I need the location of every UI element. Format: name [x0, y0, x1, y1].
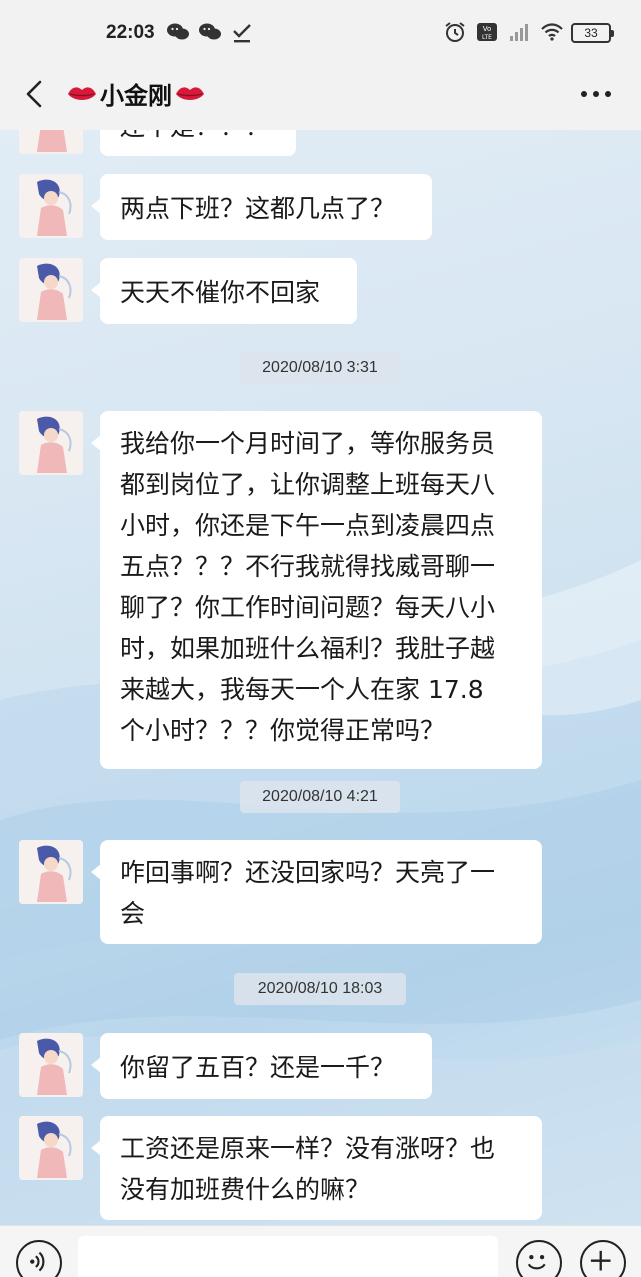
message-bubble[interactable]: 工资还是原来一样？没有涨呀？也 没有加班费什么的嘛？: [91, 1116, 542, 1220]
message-line: 我给你一个月时间了，等你服务员: [120, 429, 496, 458]
voice-icon[interactable]: [16, 1240, 62, 1277]
message-bubble[interactable]: 咋回事啊？还没回家吗？天亮了一 会: [91, 840, 542, 944]
timestamp: 2020/08/10 4:21: [240, 781, 400, 813]
status-time: 22:03: [106, 22, 155, 43]
chat-header: 小金刚: [0, 62, 641, 130]
alarm-icon: [443, 20, 467, 44]
message-line: 五点？？？不行我就得找威哥聊一: [120, 552, 496, 581]
download-done-icon: [230, 20, 254, 44]
message-line: 会: [120, 899, 146, 928]
message-line: 来越大，我每天一个人在家 17.8: [120, 675, 484, 704]
avatar[interactable]: [19, 411, 83, 475]
message-line: 时，如果加班什么福利？我肚子越: [120, 634, 496, 663]
kiss-lips-icon: [66, 82, 98, 106]
message-line: 咋回事啊？还没回家吗？天亮了一: [120, 858, 496, 887]
more-dots-icon[interactable]: [579, 82, 613, 106]
volte-icon: Vo LTE: [475, 20, 499, 44]
avatar[interactable]: [19, 1033, 83, 1097]
page-title: 小金刚: [100, 82, 172, 110]
kiss-lips-icon: [174, 82, 206, 106]
message-line: 聊了？你工作时间问题？每天八小: [120, 593, 496, 622]
message-bubble[interactable]: 我给你一个月时间了，等你服务员 都到岗位了，让你调整上班每天八 小时，你还是下午…: [91, 411, 542, 769]
signal-icon: [507, 20, 531, 44]
message-text: 你留了五百？还是一千？: [120, 1053, 396, 1082]
plus-icon[interactable]: [580, 1240, 626, 1277]
wifi-icon: [539, 20, 563, 44]
svg-text:Vo: Vo: [483, 25, 492, 33]
timestamp: 2020/08/10 18:03: [234, 973, 406, 1005]
message-bubble[interactable]: 还不是？？？: [100, 130, 296, 156]
input-bar: [0, 1225, 641, 1277]
chevron-left-icon[interactable]: [18, 74, 54, 114]
message-line: 小时，你还是下午一点到凌晨四点: [120, 511, 496, 540]
status-bar: 22:03 Vo LTE 33: [0, 0, 641, 62]
message-line: 工资还是原来一样？没有涨呀？也: [120, 1134, 496, 1163]
message-bubble[interactable]: 两点下班？这都几点了？: [91, 174, 432, 240]
message-line: 都到岗位了，让你调整上班每天八: [120, 470, 496, 499]
message-bubble[interactable]: 你留了五百？还是一千？: [91, 1033, 432, 1099]
timestamp: 2020/08/10 3:31: [240, 352, 400, 384]
message-list[interactable]: 还不是？？？ 两点下班？这都几点了？ 天天不催你不回家 2020/08/10 3…: [0, 130, 641, 1225]
message-line: 个小时？？？你觉得正常吗？: [120, 716, 446, 745]
message-text: 天天不催你不回家: [120, 278, 321, 307]
avatar[interactable]: [19, 258, 83, 322]
message-input[interactable]: [78, 1236, 498, 1277]
battery-indicator: 33: [571, 23, 614, 43]
avatar[interactable]: [19, 840, 83, 904]
svg-text:LTE: LTE: [482, 34, 492, 41]
avatar[interactable]: [19, 1116, 83, 1180]
avatar[interactable]: [19, 130, 83, 154]
message-text: 两点下班？这都几点了？: [120, 194, 396, 223]
avatar[interactable]: [19, 174, 83, 238]
message-text: 还不是？？？: [120, 130, 270, 141]
message-line: 没有加班费什么的嘛？: [120, 1175, 371, 1204]
chat-title: 小金刚: [66, 76, 206, 111]
message-bubble[interactable]: 天天不催你不回家: [91, 258, 357, 324]
wechat-icon: [166, 20, 190, 44]
wechat-icon: [198, 20, 222, 44]
emoji-icon[interactable]: [516, 1240, 562, 1277]
